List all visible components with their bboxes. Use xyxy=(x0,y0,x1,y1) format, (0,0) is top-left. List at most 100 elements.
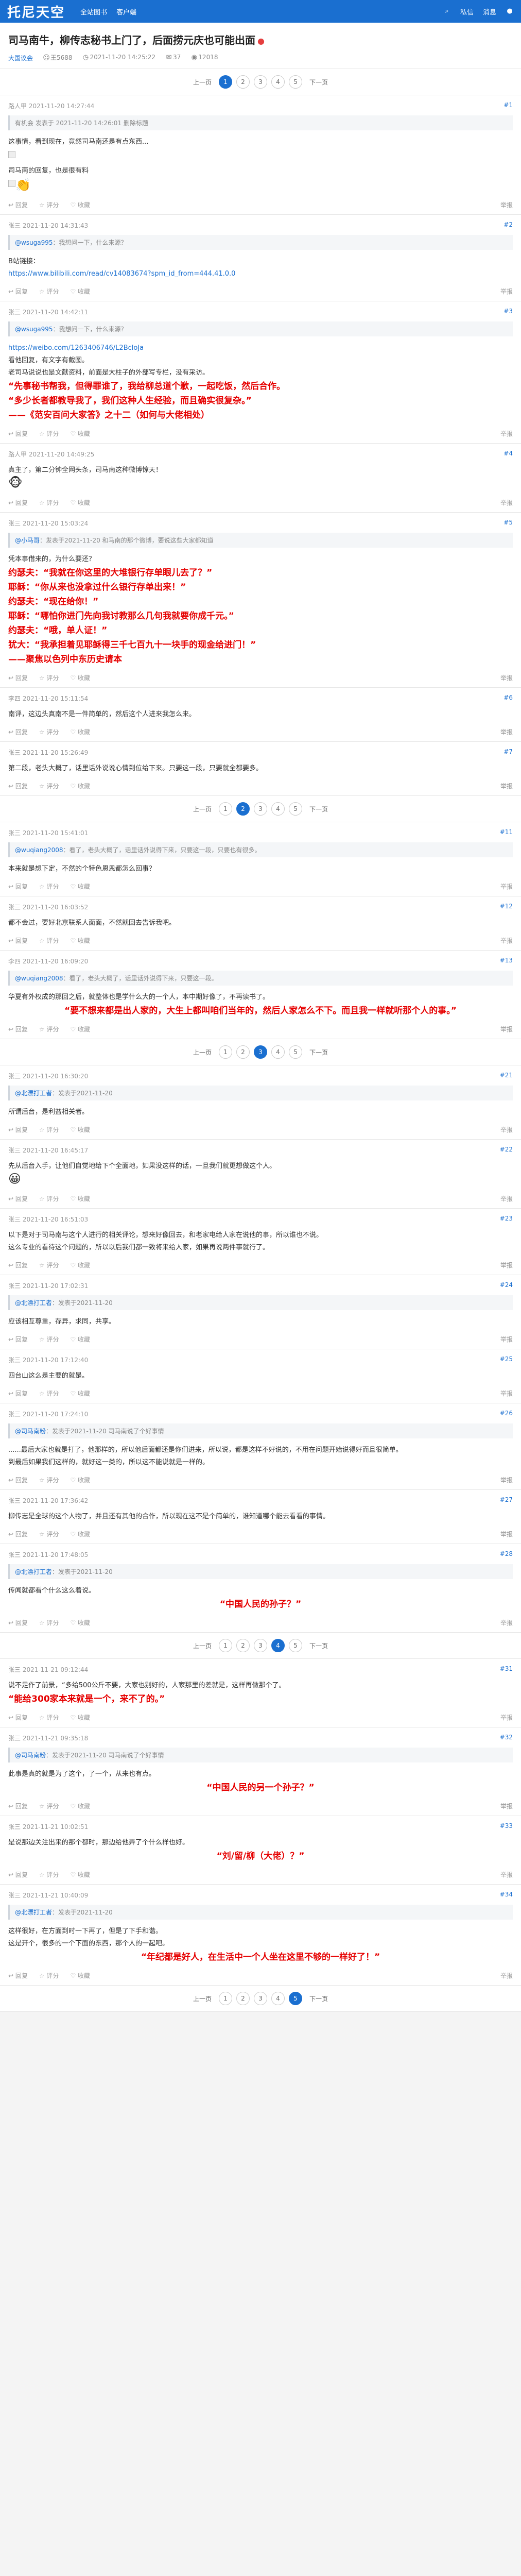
favorite-button[interactable]: ♡ 收藏 xyxy=(70,1025,90,1033)
favorite-button[interactable]: ♡ 收藏 xyxy=(70,1971,90,1980)
quote-user[interactable]: @小马哥 xyxy=(15,537,40,544)
rate-button[interactable]: ☆ 评分 xyxy=(39,200,59,209)
quote-user[interactable]: @北漂打工者 xyxy=(15,1568,52,1575)
reply-button[interactable]: ↩ 回复 xyxy=(8,1335,28,1344)
pager-page-3[interactable]: 3 xyxy=(254,1045,267,1059)
floor-number[interactable]: #24 xyxy=(500,1281,513,1290)
report-button[interactable]: 举报 xyxy=(500,1389,513,1398)
reply-button[interactable]: ↩ 回复 xyxy=(8,498,28,507)
floor-number[interactable]: #21 xyxy=(500,1072,513,1080)
report-button[interactable]: 举报 xyxy=(500,1802,513,1810)
pager-page-5[interactable]: 5 xyxy=(289,1992,302,2005)
favorite-button[interactable]: ♡ 收藏 xyxy=(70,498,90,507)
quote-user[interactable]: @wsuga995 xyxy=(15,239,53,246)
pager-page-2[interactable]: 2 xyxy=(236,1639,250,1652)
pager-page-5[interactable]: 5 xyxy=(289,1045,302,1059)
favorite-button[interactable]: ♡ 收藏 xyxy=(70,1713,90,1722)
pager-page-2[interactable]: 2 xyxy=(236,802,250,816)
floor-number[interactable]: #27 xyxy=(500,1496,513,1505)
favorite-button[interactable]: ♡ 收藏 xyxy=(70,1125,90,1134)
reply-button[interactable]: ↩ 回复 xyxy=(8,1530,28,1538)
favorite-button[interactable]: ♡ 收藏 xyxy=(70,287,90,296)
report-button[interactable]: 举报 xyxy=(500,1476,513,1484)
pager-page-2[interactable]: 2 xyxy=(236,1045,250,1059)
quote-user[interactable]: @北漂打工者 xyxy=(15,1299,52,1307)
pager-prev[interactable]: 上一页 xyxy=(190,78,215,87)
report-button[interactable]: 举报 xyxy=(500,1971,513,1980)
rate-button[interactable]: ☆ 评分 xyxy=(39,1125,59,1134)
report-button[interactable]: 举报 xyxy=(500,727,513,736)
favorite-button[interactable]: ♡ 收藏 xyxy=(70,1194,90,1203)
report-button[interactable]: 举报 xyxy=(500,1713,513,1722)
floor-number[interactable]: #25 xyxy=(500,1355,513,1364)
notification-link[interactable]: 消息 xyxy=(483,7,496,16)
nav-item-client[interactable]: 客户端 xyxy=(116,7,136,16)
post-link[interactable]: https://weibo.com/1263406746/L2BcloJa xyxy=(8,343,513,354)
rate-button[interactable]: ☆ 评分 xyxy=(39,1802,59,1810)
search-icon[interactable]: ⌕ xyxy=(443,7,451,15)
pager-next[interactable]: 下一页 xyxy=(306,1641,331,1650)
floor-number[interactable]: #26 xyxy=(500,1410,513,1418)
report-button[interactable]: 举报 xyxy=(500,1335,513,1344)
favorite-button[interactable]: ♡ 收藏 xyxy=(70,1802,90,1810)
report-button[interactable]: 举报 xyxy=(500,782,513,790)
pager-page-5[interactable]: 5 xyxy=(289,75,302,89)
favorite-button[interactable]: ♡ 收藏 xyxy=(70,782,90,790)
floor-number[interactable]: #6 xyxy=(503,694,513,703)
report-button[interactable]: 举报 xyxy=(500,200,513,209)
rate-button[interactable]: ☆ 评分 xyxy=(39,782,59,790)
floor-number[interactable]: #31 xyxy=(500,1665,513,1674)
nav-item-books[interactable]: 全站图书 xyxy=(80,7,107,16)
report-button[interactable]: 举报 xyxy=(500,1530,513,1538)
rate-button[interactable]: ☆ 评分 xyxy=(39,1713,59,1722)
pager-next[interactable]: 下一页 xyxy=(306,1048,331,1057)
pager-page-3[interactable]: 3 xyxy=(254,1639,267,1652)
reply-button[interactable]: ↩ 回复 xyxy=(8,673,28,682)
reply-button[interactable]: ↩ 回复 xyxy=(8,1971,28,1980)
reply-button[interactable]: ↩ 回复 xyxy=(8,882,28,891)
floor-number[interactable]: #4 xyxy=(503,450,513,459)
favorite-button[interactable]: ♡ 收藏 xyxy=(70,1530,90,1538)
pager-page-3[interactable]: 3 xyxy=(254,75,267,89)
report-button[interactable]: 举报 xyxy=(500,1618,513,1627)
site-logo[interactable]: 托尼天空 xyxy=(7,2,65,21)
floor-number[interactable]: #7 xyxy=(503,748,513,757)
floor-number[interactable]: #11 xyxy=(500,828,513,837)
rate-button[interactable]: ☆ 评分 xyxy=(39,673,59,682)
pager-prev[interactable]: 上一页 xyxy=(190,805,215,814)
pager-page-1[interactable]: 1 xyxy=(219,1639,232,1652)
floor-number[interactable]: #3 xyxy=(503,308,513,316)
quote-user[interactable]: @wuqiang2008 xyxy=(15,975,63,982)
image-placeholder-icon[interactable] xyxy=(8,180,15,187)
reply-button[interactable]: ↩ 回复 xyxy=(8,1194,28,1203)
rate-button[interactable]: ☆ 评分 xyxy=(39,1261,59,1269)
quote-user[interactable]: @wsuga995 xyxy=(15,326,53,333)
pager-page-4[interactable]: 4 xyxy=(271,1992,285,2005)
quote-user[interactable]: @wuqiang2008 xyxy=(15,846,63,854)
reply-button[interactable]: ↩ 回复 xyxy=(8,287,28,296)
report-button[interactable]: 举报 xyxy=(500,287,513,296)
pager-prev[interactable]: 上一页 xyxy=(190,1048,215,1057)
favorite-button[interactable]: ♡ 收藏 xyxy=(70,429,90,438)
reply-button[interactable]: ↩ 回复 xyxy=(8,200,28,209)
quote-user[interactable]: @北漂打工者 xyxy=(15,1909,52,1916)
reply-button[interactable]: ↩ 回复 xyxy=(8,1870,28,1879)
pager-next[interactable]: 下一页 xyxy=(306,78,331,87)
pager-next[interactable]: 下一页 xyxy=(306,1994,331,2003)
floor-number[interactable]: #28 xyxy=(500,1550,513,1559)
reply-button[interactable]: ↩ 回复 xyxy=(8,782,28,790)
quote-user[interactable]: @司马南粉 xyxy=(15,1752,46,1759)
user-avatar-icon[interactable]: ● xyxy=(506,7,514,15)
pager-page-1[interactable]: 1 xyxy=(219,1045,232,1059)
reply-button[interactable]: ↩ 回复 xyxy=(8,936,28,945)
pager-page-4[interactable]: 4 xyxy=(271,802,285,816)
post-link[interactable]: https://www.bilibili.com/read/cv14083674… xyxy=(8,268,513,280)
rate-button[interactable]: ☆ 评分 xyxy=(39,1335,59,1344)
reply-button[interactable]: ↩ 回复 xyxy=(8,1476,28,1484)
floor-number[interactable]: #33 xyxy=(500,1822,513,1831)
rate-button[interactable]: ☆ 评分 xyxy=(39,727,59,736)
rate-button[interactable]: ☆ 评分 xyxy=(39,1870,59,1879)
image-placeholder-icon[interactable] xyxy=(8,151,15,158)
report-button[interactable]: 举报 xyxy=(500,1194,513,1203)
rate-button[interactable]: ☆ 评分 xyxy=(39,1025,59,1033)
